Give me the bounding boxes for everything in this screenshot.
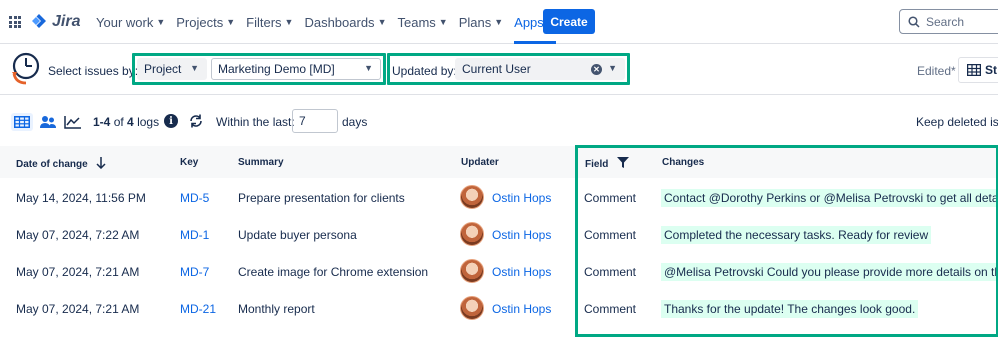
- row-date: May 07, 2024, 7:21 AM: [16, 265, 140, 279]
- chevron-down-icon: ▼: [284, 17, 294, 27]
- header-key[interactable]: Key: [180, 157, 198, 168]
- logo-text: Jira: [52, 13, 81, 30]
- filter-type-value: Project: [144, 62, 182, 76]
- clear-icon[interactable]: ✕: [591, 64, 602, 75]
- chevron-down-icon: ▼: [156, 17, 166, 27]
- select-issues-label: Select issues by:: [48, 64, 139, 78]
- row-date: May 14, 2024, 11:56 PM: [16, 191, 146, 205]
- nav-label: Projects: [176, 14, 224, 30]
- chart-view-button[interactable]: [62, 113, 84, 131]
- people-icon: [40, 116, 56, 128]
- row-updater[interactable]: Ostin Hops: [492, 302, 551, 316]
- nav-label: Dashboards: [304, 14, 375, 30]
- changes-column-highlight: [575, 145, 998, 337]
- nav-plans[interactable]: Plans ▼: [459, 0, 503, 44]
- project-value: Marketing Demo [MD]: [218, 62, 335, 76]
- nav-label: Your work: [96, 14, 154, 30]
- search-placeholder: Search: [926, 14, 965, 29]
- row-summary: Prepare presentation for clients: [238, 191, 405, 205]
- logs-range: 1-4: [93, 115, 111, 129]
- chevron-down-icon: ▼: [364, 63, 373, 73]
- filter-type-select[interactable]: Project ▼: [137, 58, 207, 80]
- row-issue-key[interactable]: MD-1: [180, 228, 209, 242]
- row-summary: Update buyer persona: [238, 228, 357, 242]
- days-input[interactable]: 7: [292, 109, 338, 133]
- row-issue-key[interactable]: MD-7: [180, 265, 209, 279]
- row-issue-key[interactable]: MD-5: [180, 191, 209, 205]
- search-input[interactable]: Search: [899, 9, 998, 34]
- jira-logo-icon: [32, 14, 46, 28]
- row-summary: Create image for Chrome extension: [238, 265, 429, 279]
- row-date: May 07, 2024, 7:21 AM: [16, 302, 140, 316]
- settings-button-label: St: [985, 63, 997, 77]
- nav-dashboards[interactable]: Dashboards ▼: [304, 0, 386, 44]
- row-updater[interactable]: Ostin Hops: [492, 228, 551, 242]
- updated-by-value: Current User: [462, 62, 531, 76]
- nav-filters[interactable]: Filters ▼: [246, 0, 293, 44]
- days-label: days: [342, 115, 368, 129]
- chevron-down-icon: ▼: [608, 63, 617, 73]
- filter-bar: Select issues by: Project ▼ Marketing De…: [0, 45, 998, 95]
- logs-suffix: logs: [137, 115, 160, 129]
- settings-button[interactable]: St: [958, 57, 998, 83]
- table-view-button[interactable]: [11, 113, 33, 131]
- header-date-label: Date of change: [16, 159, 88, 170]
- updated-by-select[interactable]: Current User ✕ ▼: [455, 58, 625, 80]
- within-label: Within the last:: [216, 115, 295, 129]
- chevron-down-icon: ▼: [494, 17, 504, 27]
- header-summary[interactable]: Summary: [238, 157, 284, 168]
- app-switcher-icon[interactable]: [9, 16, 21, 28]
- top-navigation: Jira Your work ▼ Projects ▼ Filters ▼ Dashb…: [0, 0, 998, 44]
- people-view-button[interactable]: [37, 113, 59, 131]
- line-chart-icon: [64, 116, 81, 129]
- logs-of: of: [113, 115, 124, 129]
- chevron-down-icon: ▼: [438, 17, 448, 27]
- row-issue-key[interactable]: MD-21: [180, 302, 216, 316]
- row-date: May 07, 2024, 7:22 AM: [16, 228, 140, 242]
- nav-label: Filters: [246, 14, 282, 30]
- chevron-down-icon: ▼: [377, 17, 387, 27]
- header-date[interactable]: Date of change: [16, 157, 106, 170]
- avatar[interactable]: [460, 259, 484, 283]
- nav-teams[interactable]: Teams ▼: [397, 0, 447, 44]
- jira-logo[interactable]: Jira: [30, 11, 80, 33]
- table-view-icon: [14, 116, 30, 128]
- keep-deleted-toggle-label[interactable]: Keep deleted issu: [916, 115, 998, 129]
- nav-your-work[interactable]: Your work ▼: [96, 0, 165, 44]
- logs-count: 1-4 of 4 logs: [93, 115, 159, 129]
- row-updater[interactable]: Ostin Hops: [492, 265, 551, 279]
- nav-label: Teams: [397, 14, 436, 30]
- row-summary: Monthly report: [238, 302, 315, 316]
- nav-label: Plans: [458, 14, 492, 30]
- refresh-icon[interactable]: [188, 113, 204, 129]
- table-icon: [967, 64, 981, 76]
- avatar[interactable]: [460, 185, 484, 209]
- updated-by-label: Updated by:: [392, 64, 457, 78]
- header-updater[interactable]: Updater: [461, 157, 499, 168]
- edited-indicator: Edited*: [917, 64, 956, 78]
- history-clock-icon: [12, 52, 40, 85]
- chevron-down-icon: ▼: [226, 17, 236, 27]
- avatar[interactable]: [460, 296, 484, 320]
- logs-total: 4: [127, 115, 134, 129]
- sort-arrow-down-icon[interactable]: [96, 157, 106, 170]
- search-icon: [908, 15, 920, 28]
- project-select[interactable]: Marketing Demo [MD] ▼: [211, 58, 381, 80]
- nav-projects[interactable]: Projects ▼: [176, 0, 235, 44]
- chevron-down-icon: ▼: [190, 63, 199, 73]
- create-button[interactable]: Create: [543, 9, 595, 34]
- avatar[interactable]: [460, 222, 484, 246]
- row-updater[interactable]: Ostin Hops: [492, 191, 551, 205]
- log-toolbar: 1-4 of 4 logs i Within the last: 7 days …: [0, 105, 998, 139]
- info-icon[interactable]: i: [164, 114, 178, 128]
- nav-label: Apps: [514, 14, 544, 30]
